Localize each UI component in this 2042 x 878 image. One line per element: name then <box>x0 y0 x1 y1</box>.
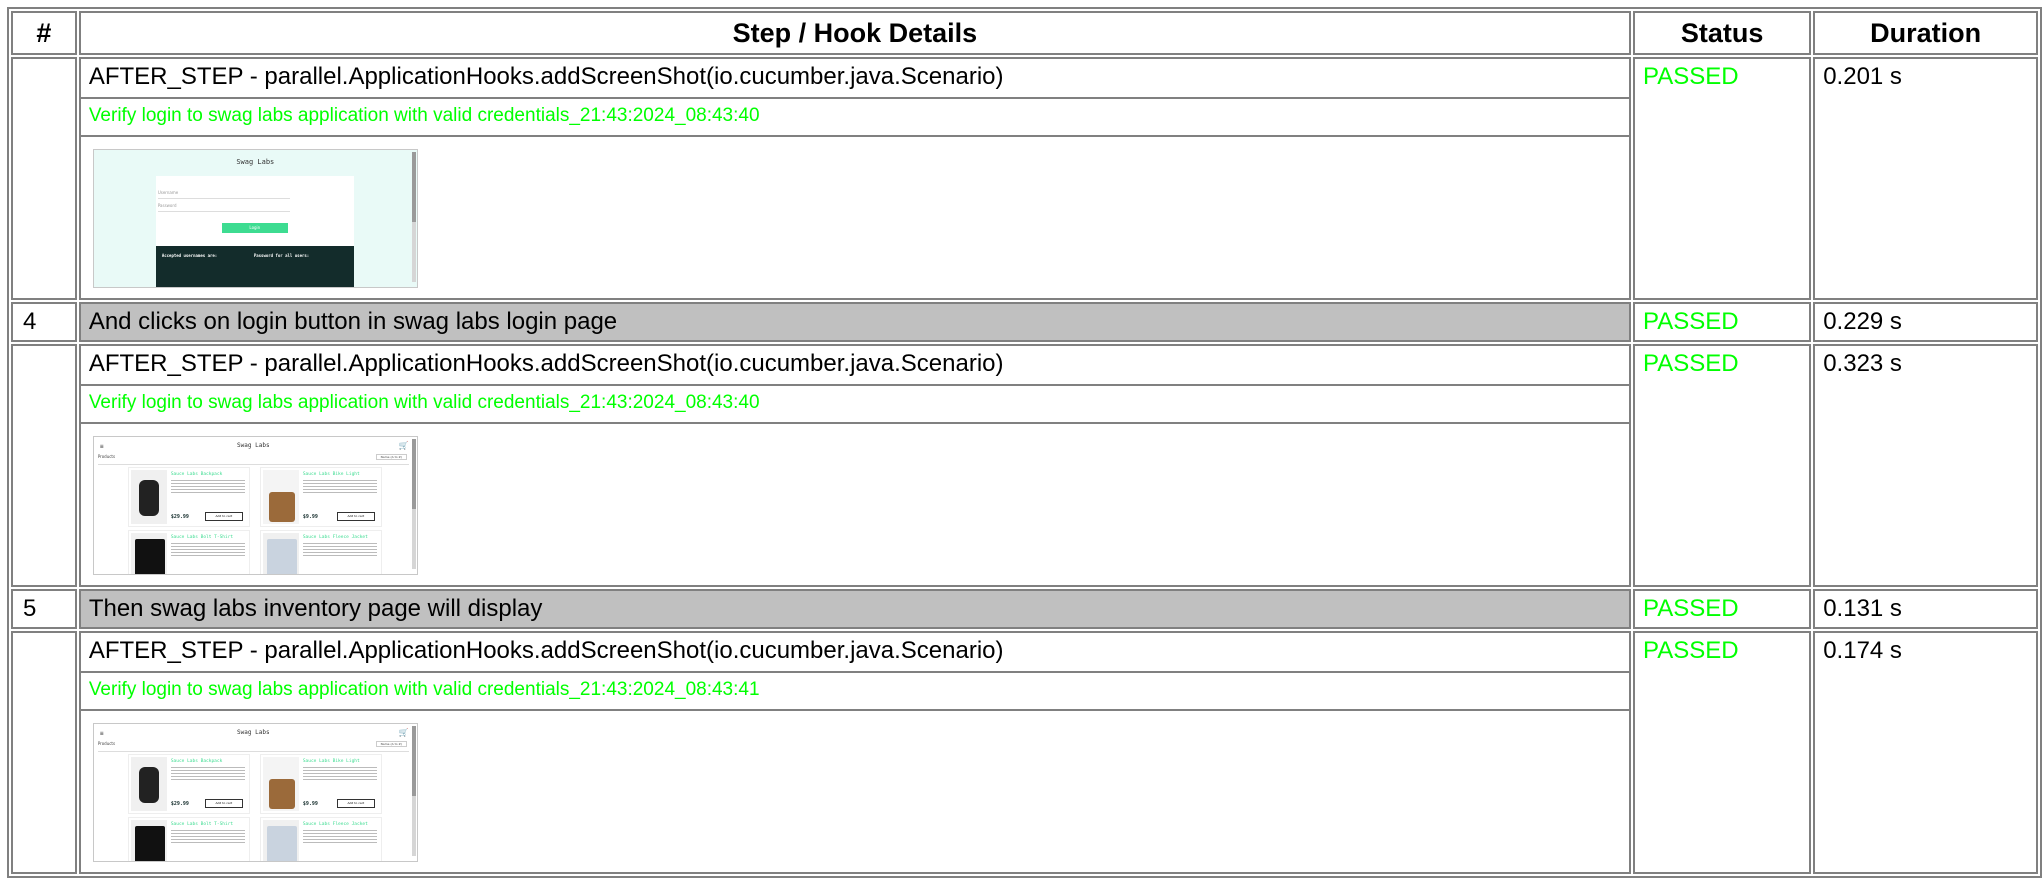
accepted-usernames-heading: Accepted usernames are: <box>161 253 218 258</box>
scrollbar <box>411 152 416 282</box>
add-to-cart-button: Add to cart <box>204 799 243 808</box>
hook-row: AFTER_STEP - parallel.ApplicationHooks.a… <box>11 631 2038 874</box>
product-card: Sauce Labs Backpack $29.99 Add to cart <box>127 467 250 527</box>
username-field: Username <box>157 190 290 199</box>
screenshot-title: Swag Labs <box>237 729 270 736</box>
status-passed: PASSED <box>1643 350 1739 377</box>
login-screenshot[interactable]: Swag Labs Username Password Login Accept… <box>92 149 418 288</box>
hook-title: AFTER_STEP - parallel.ApplicationHooks.a… <box>80 633 1629 673</box>
product-card: Sauce Labs Bike Light $9.99 Add to cart <box>259 754 382 814</box>
step-text: And clicks on login button in swag labs … <box>78 302 1631 342</box>
hook-screenshot-name: Verify login to swag labs application wi… <box>80 99 1629 137</box>
product-name: Sauce Labs Bike Light <box>302 472 360 477</box>
login-button: Login <box>221 223 288 233</box>
header-step: Step / Hook Details <box>78 11 1631 55</box>
sort-select: Name (A to Z) <box>375 454 407 460</box>
password-field: Password <box>157 203 290 212</box>
hook-row: AFTER_STEP - parallel.ApplicationHooks.a… <box>11 57 2038 300</box>
sort-select: Name (A to Z) <box>375 741 407 747</box>
credentials-box: Accepted usernames are: Password for all… <box>155 246 354 287</box>
step-number: 5 <box>11 589 77 629</box>
header-status: Status <box>1633 11 1812 55</box>
hook-screenshot-name: Verify login to swag labs application wi… <box>80 386 1629 424</box>
product-price: $9.99 <box>302 801 318 807</box>
add-to-cart-button: Add to cart <box>336 512 375 521</box>
product-card: Sauce Labs Backpack $29.99 Add to cart <box>127 754 250 814</box>
status-passed: PASSED <box>1633 302 1812 342</box>
screenshot-title: Swag Labs <box>237 442 270 449</box>
duration: 0.174 s <box>1823 637 1902 664</box>
product-name: Sauce Labs Fleece Jacket <box>302 822 368 827</box>
hook-screenshot-name: Verify login to swag labs application wi… <box>80 673 1629 711</box>
product-name: Sauce Labs Bolt T-Shirt <box>170 535 234 540</box>
duration: 0.131 s <box>1813 589 2038 629</box>
scrollbar <box>411 439 416 569</box>
cart-icon: 🛒 <box>398 728 409 737</box>
product-card: Sauce Labs Bike Light $9.99 Add to cart <box>259 467 382 527</box>
products-label: Products <box>97 741 116 746</box>
step-text: Then swag labs inventory page will displ… <box>78 589 1631 629</box>
header-duration: Duration <box>1813 11 2038 55</box>
product-name: Sauce Labs Bike Light <box>302 759 360 764</box>
header-num: # <box>11 11 77 55</box>
step-number: 4 <box>11 302 77 342</box>
hook-title: AFTER_STEP - parallel.ApplicationHooks.a… <box>80 59 1629 99</box>
duration: 0.201 s <box>1823 63 1902 90</box>
add-to-cart-button: Add to cart <box>336 799 375 808</box>
product-name: Sauce Labs Bolt T-Shirt <box>170 822 234 827</box>
hook-row: AFTER_STEP - parallel.ApplicationHooks.a… <box>11 344 2038 587</box>
step-row: 4 And clicks on login button in swag lab… <box>11 302 2038 342</box>
cart-icon: 🛒 <box>398 441 409 450</box>
scrollbar <box>411 726 416 856</box>
product-card: Sauce Labs Fleece Jacket <box>259 530 382 574</box>
product-name: Sauce Labs Fleece Jacket <box>302 535 368 540</box>
hook-title: AFTER_STEP - parallel.ApplicationHooks.a… <box>80 346 1629 386</box>
password-heading: Password for all users: <box>253 253 310 258</box>
inventory-screenshot[interactable]: ≡ Swag Labs 🛒 Products Name (A to Z) Sau… <box>92 436 418 575</box>
product-price: $29.99 <box>170 514 189 520</box>
product-price: $29.99 <box>170 801 189 807</box>
product-price: $9.99 <box>302 514 318 520</box>
product-card: Sauce Labs Bolt T-Shirt <box>127 817 250 861</box>
product-card: Sauce Labs Bolt T-Shirt <box>127 530 250 574</box>
product-card: Sauce Labs Fleece Jacket <box>259 817 382 861</box>
step-row: 5 Then swag labs inventory page will dis… <box>11 589 2038 629</box>
add-to-cart-button: Add to cart <box>204 512 243 521</box>
screenshot-title: Swag Labs <box>236 158 275 166</box>
status-passed: PASSED <box>1643 63 1739 90</box>
status-passed: PASSED <box>1633 589 1812 629</box>
report-table: # Step / Hook Details Status Duration AF… <box>7 7 2042 878</box>
product-name: Sauce Labs Backpack <box>170 472 223 477</box>
product-name: Sauce Labs Backpack <box>170 759 223 764</box>
header-row: # Step / Hook Details Status Duration <box>11 11 2038 55</box>
products-label: Products <box>97 454 116 459</box>
duration: 0.229 s <box>1813 302 2038 342</box>
duration: 0.323 s <box>1823 350 1902 377</box>
inventory-screenshot[interactable]: ≡ Swag Labs 🛒 Products Name (A to Z) Sau… <box>92 723 418 862</box>
status-passed: PASSED <box>1643 637 1739 664</box>
